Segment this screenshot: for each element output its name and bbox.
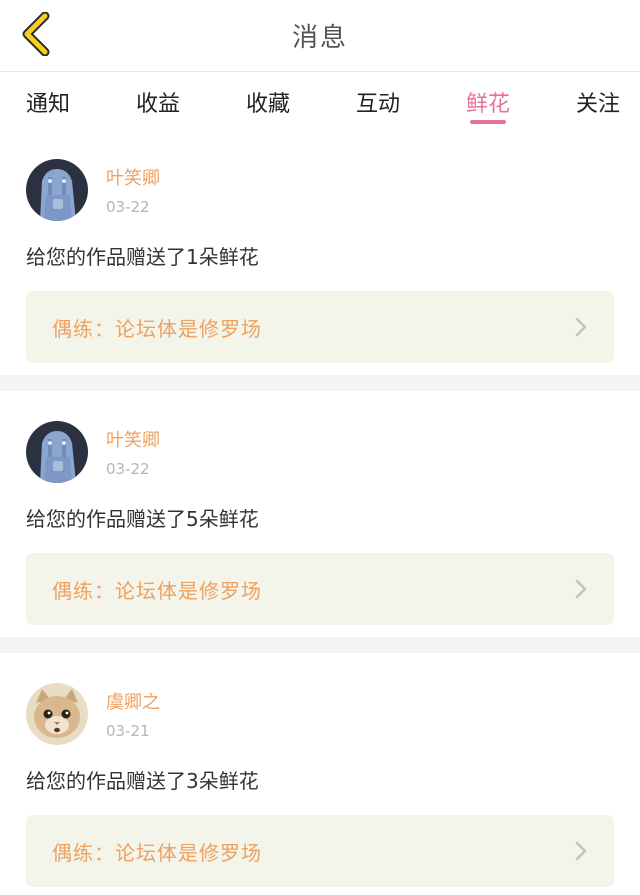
page-title: 消息 <box>291 23 348 53</box>
avatar[interactable] <box>26 683 88 745</box>
avatar-denim-overalls <box>26 421 88 483</box>
user-row: 叶笑卿 03-22 <box>26 421 614 483</box>
avatar-denim-overalls <box>26 159 88 221</box>
user-meta: 叶笑卿 03-22 <box>106 164 160 216</box>
tab-notifications[interactable]: 通知 <box>24 72 72 129</box>
username[interactable]: 叶笑卿 <box>106 426 160 452</box>
work-link[interactable]: 偶练：论坛体是修罗场 <box>26 815 614 887</box>
notification-message: 给您的作品赠送了3朵鲜花 <box>26 769 259 793</box>
work-title: 偶练：论坛体是修罗场 <box>52 578 262 603</box>
tab-label: 收益 <box>135 92 180 117</box>
chevron-right-icon <box>575 841 587 861</box>
avatar[interactable] <box>26 421 88 483</box>
user-row: 虞卿之 03-21 <box>26 683 614 745</box>
tab-label: 通知 <box>25 92 70 117</box>
chevron-right-icon <box>575 317 587 337</box>
header: 消息 <box>0 0 640 72</box>
work-link[interactable]: 偶练：论坛体是修罗场 <box>26 553 614 625</box>
tab-earnings[interactable]: 收益 <box>134 72 182 129</box>
work-title: 偶练：论坛体是修罗场 <box>52 840 262 865</box>
tab-flowers[interactable]: 鲜花 <box>464 72 512 129</box>
notification-card: 虞卿之 03-21 给您的作品赠送了3朵鲜花 偶练：论坛体是修罗场 <box>0 653 640 895</box>
tab-label: 关注 <box>575 92 620 117</box>
back-button[interactable] <box>14 10 58 58</box>
timestamp: 03-22 <box>106 460 150 478</box>
tab-favorites[interactable]: 收藏 <box>244 72 292 129</box>
tab-underline <box>470 120 506 124</box>
notification-card: 叶笑卿 03-22 给您的作品赠送了1朵鲜花 偶练：论坛体是修罗场 <box>0 129 640 375</box>
username[interactable]: 虞卿之 <box>106 688 160 714</box>
user-meta: 虞卿之 03-21 <box>106 688 160 740</box>
notification-list: 叶笑卿 03-22 给您的作品赠送了1朵鲜花 偶练：论坛体是修罗场 叶笑卿 03… <box>0 129 640 895</box>
tab-interactions[interactable]: 互动 <box>354 72 402 129</box>
tab-label: 互动 <box>355 92 400 117</box>
work-title: 偶练：论坛体是修罗场 <box>52 316 262 341</box>
tab-bar: 通知 收益 收藏 互动 鲜花 关注 <box>0 72 640 129</box>
notification-card: 叶笑卿 03-22 给您的作品赠送了5朵鲜花 偶练：论坛体是修罗场 <box>0 391 640 637</box>
avatar-cat <box>26 683 88 745</box>
work-link[interactable]: 偶练：论坛体是修罗场 <box>26 291 614 363</box>
username[interactable]: 叶笑卿 <box>106 164 160 190</box>
notification-message: 给您的作品赠送了5朵鲜花 <box>26 507 259 531</box>
tab-follows[interactable]: 关注 <box>574 72 622 129</box>
chevron-left-icon <box>22 12 50 56</box>
tab-label: 收藏 <box>245 92 290 117</box>
chevron-right-icon <box>575 579 587 599</box>
timestamp: 03-22 <box>106 198 150 216</box>
notification-message: 给您的作品赠送了1朵鲜花 <box>26 245 259 269</box>
avatar[interactable] <box>26 159 88 221</box>
user-meta: 叶笑卿 03-22 <box>106 426 160 478</box>
user-row: 叶笑卿 03-22 <box>26 159 614 221</box>
timestamp: 03-21 <box>106 722 150 740</box>
tab-label: 鲜花 <box>465 92 510 117</box>
messages-screen: 消息 通知 收益 收藏 互动 鲜花 关注 叶笑卿 03-22 给您的作品赠送了1… <box>0 0 640 895</box>
